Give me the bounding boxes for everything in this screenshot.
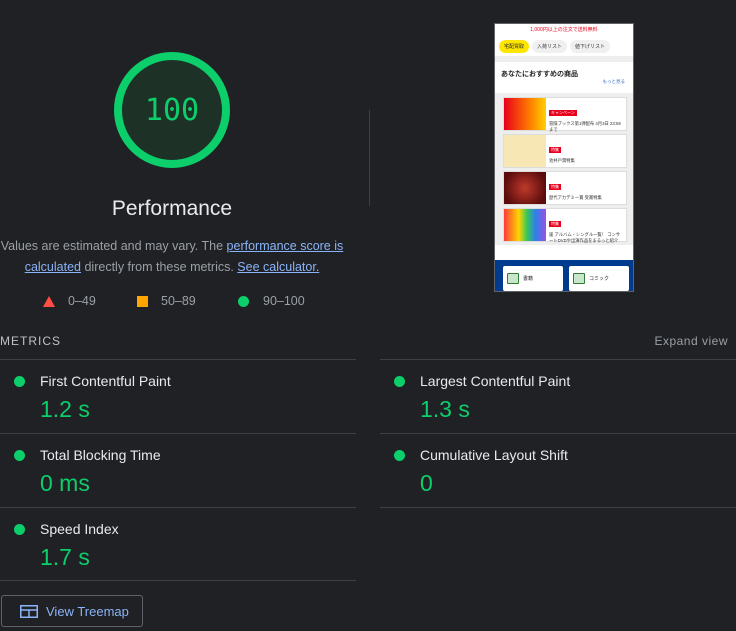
item-badge: 特集 (549, 221, 561, 227)
treemap-icon (20, 604, 38, 618)
metric-name: Cumulative Layout Shift (420, 447, 568, 463)
screenshot-tabs: 宅配買取 入荷リスト 値下げリスト (495, 36, 633, 56)
metric-divider (380, 507, 736, 508)
vertical-divider (369, 110, 370, 206)
pass-circle-icon (14, 450, 25, 461)
metric-divider (0, 580, 356, 581)
metric-name: Speed Index (40, 521, 119, 537)
screenshot-list-item: 特集 嵐 アルバム・シングル一覧！ コンサートDVDや出演作品をまるっと紹介 (503, 208, 627, 243)
item-desc: 冒険ブックス第1弾配布 4月3日 23:59まで (549, 121, 621, 132)
view-treemap-label: View Treemap (46, 603, 129, 619)
pass-circle-icon (14, 524, 25, 535)
item-desc: 歴代アカデミー賞 受賞特集 (549, 195, 602, 200)
item-text: 特集 嵐 アルバム・シングル一覧！ コンサートDVDや出演作品をまるっと紹介 (546, 209, 626, 243)
score-legend: 0–49 50–89 90–100 (0, 294, 344, 312)
description-prefix: Values are estimated and may vary. The (0, 239, 227, 253)
metric-largest-contentful-paint: Largest Contentful Paint 1.3 s (380, 360, 720, 434)
item-thumbnail (504, 172, 546, 204)
item-text: キャンペーン 冒険ブックス第1弾配布 4月3日 23:59まで (546, 98, 626, 132)
item-badge: 特集 (549, 147, 561, 153)
metric-value: 1.3 s (420, 396, 470, 422)
legend-average: 50–89 (137, 294, 196, 308)
pass-circle-icon (394, 450, 405, 461)
screenshot-nav-label: コミック (589, 276, 610, 282)
screenshot-nav-label: 書籍 (523, 276, 534, 282)
triangle-icon (43, 295, 55, 307)
screenshot-tab: 入荷リスト (532, 39, 568, 53)
screenshot-more-link: もっと見る (602, 79, 626, 84)
item-thumbnail (504, 98, 546, 130)
metric-name: First Contentful Paint (40, 373, 171, 389)
category-title: Performance (111, 197, 233, 220)
screenshot-nav-item: コミック (569, 266, 629, 291)
legend-average-label: 50–89 (161, 294, 196, 308)
screenshot-list-item: 特集 池井戸潤特集 (503, 134, 627, 168)
item-badge: キャンペーン (549, 110, 577, 116)
item-text: 特集 歴代アカデミー賞 受賞特集 (546, 172, 626, 204)
metric-name: Total Blocking Time (40, 447, 161, 463)
final-screenshot[interactable]: 1,000円以上の注文で送料無料 宅配買取 入荷リスト 値下げリスト あなたにお… (494, 23, 634, 292)
screenshot-list-item: キャンペーン 冒険ブックス第1弾配布 4月3日 23:59まで (503, 97, 627, 132)
legend-fail: 0–49 (43, 294, 96, 308)
screenshot-banner: 1,000円以上の注文で送料無料 (530, 27, 598, 33)
item-desc: 嵐 アルバム・シングル一覧！ コンサートDVDや出演作品をまるっと紹介 (549, 232, 621, 243)
legend-pass: 90–100 (238, 294, 305, 308)
performance-score-gauge: 100 (112, 50, 232, 170)
expand-view-toggle[interactable]: Expand view (654, 334, 728, 348)
circle-icon (238, 295, 249, 307)
score-value: 100 (144, 92, 200, 128)
metric-cumulative-layout-shift: Cumulative Layout Shift 0 (380, 434, 720, 508)
metric-value: 1.2 s (40, 396, 90, 422)
screenshot-tab: 宅配買取 (499, 39, 530, 53)
see-calculator-link[interactable]: See calculator. (237, 260, 319, 274)
metric-value: 0 ms (40, 470, 90, 496)
book-icon (507, 273, 519, 284)
score-description: Values are estimated and may vary. The p… (0, 236, 344, 278)
item-desc: 池井戸潤特集 (549, 158, 575, 163)
item-badge: 特集 (549, 184, 561, 190)
screenshot-bottom-nav: 書籍 コミック (495, 260, 633, 291)
item-thumbnail (504, 209, 546, 241)
legend-pass-label: 90–100 (263, 294, 305, 308)
screenshot-tab: 値下げリスト (570, 39, 611, 53)
metric-name: Largest Contentful Paint (420, 373, 571, 389)
square-icon (137, 295, 148, 307)
metric-value: 1.7 s (40, 544, 90, 570)
item-thumbnail (504, 135, 546, 167)
item-text: 特集 池井戸潤特集 (546, 135, 626, 167)
comic-icon (573, 273, 585, 284)
screenshot-list: キャンペーン 冒険ブックス第1弾配布 4月3日 23:59まで 特集 池井戸潤特… (495, 93, 633, 245)
screenshot-list-item: 特集 歴代アカデミー賞 受賞特集 (503, 171, 627, 205)
pass-circle-icon (394, 376, 405, 387)
screenshot-nav-item: 書籍 (503, 266, 563, 291)
metric-total-blocking-time: Total Blocking Time 0 ms (0, 434, 340, 508)
pass-circle-icon (14, 376, 25, 387)
metrics-heading: METRICS (0, 334, 61, 348)
view-treemap-button[interactable]: View Treemap (1, 595, 143, 627)
description-middle: directly from these metrics. (81, 260, 238, 274)
legend-fail-label: 0–49 (68, 294, 96, 308)
metric-first-contentful-paint: First Contentful Paint 1.2 s (0, 360, 340, 434)
screenshot-section-title: あなたにおすすめの商品 (501, 71, 578, 78)
metric-speed-index: Speed Index 1.7 s (0, 508, 340, 582)
metric-value: 0 (420, 470, 433, 496)
